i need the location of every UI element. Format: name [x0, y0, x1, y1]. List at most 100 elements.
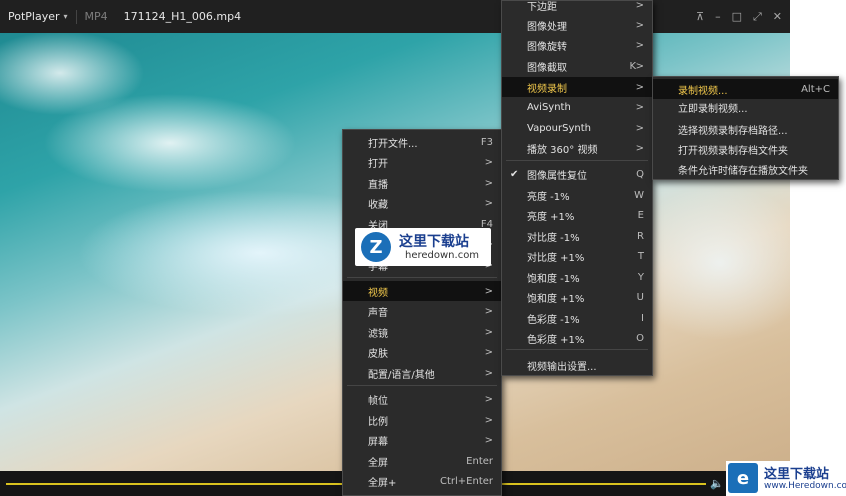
menu-item[interactable]: 亮度 -1% W	[502, 185, 652, 205]
chevron-right-icon: >	[635, 19, 644, 31]
app-menu-button[interactable]: PotPlayer ▾	[8, 10, 68, 23]
menu-item[interactable]: 打开 >	[343, 152, 501, 172]
menu-item-label: 配置/语言/其他	[368, 369, 435, 381]
format-label: MP4	[84, 10, 108, 23]
file-name: 171124_H1_006.mp4	[123, 10, 242, 23]
menu-item[interactable]: 下边距 >	[502, 0, 652, 15]
watermark-url: heredown.com	[405, 250, 480, 261]
menu-item[interactable]: 饱和度 +1% U	[502, 287, 652, 307]
menu-item-shortcut: I	[641, 312, 644, 324]
minimize-icon[interactable]: –	[715, 10, 721, 23]
menu-item-shortcut: E	[637, 209, 644, 221]
menu-item[interactable]: 视频输出设置...	[502, 355, 652, 375]
menu-item[interactable]: 帧位 >	[343, 389, 501, 409]
context-menu-main: 打开文件...F3打开>直播>收藏>关闭F4播放>字幕>视频>声音>滤镜>皮肤>…	[342, 129, 502, 496]
menu-item-label: 图像旋转	[527, 41, 567, 53]
chevron-right-icon: >	[484, 305, 493, 317]
menu-item[interactable]: 视频录制 >	[502, 77, 652, 97]
chevron-right-icon: >	[635, 0, 644, 11]
menu-item-label: 饱和度 -1%	[527, 273, 580, 285]
chevron-right-icon: >	[484, 285, 493, 297]
menu-item-shortcut: R	[637, 230, 644, 242]
menu-separator	[506, 160, 648, 161]
menu-item-label: 滤镜	[368, 328, 388, 340]
menu-item[interactable]: 对比度 +1% T	[502, 246, 652, 266]
menu-item-shortcut: Alt+C	[801, 83, 830, 95]
watermark-title: 这里下载站	[399, 234, 469, 250]
menu-item[interactable]: 选择视频录制存档路径...	[653, 119, 838, 139]
menu-item[interactable]: 收藏 >	[343, 193, 501, 213]
menu-item-label: 条件允许时储存在播放文件夹	[678, 165, 808, 177]
menu-item[interactable]: 录制视频... Alt+C	[653, 79, 838, 99]
chevron-down-icon: ▾	[63, 12, 68, 21]
menu-item[interactable]: 图像处理 >	[502, 15, 652, 35]
menu-item[interactable]: 全屏 Enter	[343, 451, 501, 471]
chevron-right-icon: >	[484, 326, 493, 338]
menu-item[interactable]: 图像截取 K >	[502, 56, 652, 76]
menu-item[interactable]: 皮肤 >	[343, 342, 501, 362]
menu-item-label: 全屏	[368, 457, 388, 469]
watermark-logo-icon: e	[728, 463, 758, 493]
menu-item-shortcut: O	[636, 332, 644, 344]
menu-item[interactable]: 色彩度 -1% I	[502, 308, 652, 328]
menu-separator	[347, 277, 497, 278]
menu-item[interactable]: AviSynth >	[502, 97, 652, 117]
menu-item-label: 亮度 +1%	[527, 211, 575, 223]
menu-item-label: 播放 360° 视频	[527, 144, 598, 156]
chevron-right-icon: >	[484, 197, 493, 209]
menu-item[interactable]: 全屏+ Ctrl+Enter	[343, 471, 501, 491]
menu-item[interactable]: 条件允许时储存在播放文件夹	[653, 159, 838, 179]
menu-item-label: 对比度 -1%	[527, 232, 580, 244]
menu-item-label: AviSynth	[527, 101, 571, 113]
menu-item[interactable]: 视频 >	[343, 281, 501, 301]
menu-item-label: 录制视频...	[678, 85, 728, 97]
menu-item-shortcut: Enter	[466, 455, 493, 467]
menu-item[interactable]: 打开文件... F3	[343, 132, 501, 152]
watermark-logo-icon: Z	[361, 232, 391, 262]
chevron-right-icon: >	[635, 81, 644, 93]
menu-item[interactable]: VapourSynth >	[502, 118, 652, 138]
chevron-right-icon: >	[484, 346, 493, 358]
chevron-right-icon: >	[484, 177, 493, 189]
chevron-right-icon: >	[484, 156, 493, 168]
menu-item[interactable]: ✔ 图像属性复位 Q	[502, 164, 652, 184]
menu-item-label: 色彩度 -1%	[527, 314, 580, 326]
menu-item-label: 打开文件...	[368, 138, 418, 150]
close-icon[interactable]: ✕	[773, 10, 782, 23]
menu-item[interactable]: 打开视频录制存档文件夹	[653, 139, 838, 159]
menu-item[interactable]: 比例 >	[343, 410, 501, 430]
menu-item[interactable]: 色彩度 +1% O	[502, 328, 652, 348]
fullscreen-icon[interactable]: ⤢	[753, 10, 762, 24]
menu-item-shortcut: Y	[637, 271, 644, 283]
menu-item-label: 图像属性复位	[527, 170, 587, 182]
volume-icon[interactable]: 🔈	[710, 477, 724, 490]
menu-item-label: 打开	[368, 158, 388, 170]
menu-item[interactable]: 亮度 +1% E	[502, 205, 652, 225]
chevron-right-icon: >	[635, 142, 644, 154]
menu-item[interactable]: 饱和度 -1% Y	[502, 267, 652, 287]
divider	[75, 9, 77, 24]
menu-item-label: 视频输出设置...	[527, 361, 597, 373]
menu-item-label: 视频	[368, 287, 388, 299]
menu-separator	[347, 385, 497, 386]
maximize-icon[interactable]: □	[732, 10, 742, 23]
watermark-corner: e 这里下载站 www.Heredown.com	[726, 461, 846, 496]
menu-item[interactable]: 配置/语言/其他 >	[343, 363, 501, 383]
pin-icon[interactable]: ⊼	[696, 10, 704, 23]
menu-item[interactable]: 对比度 -1% R	[502, 226, 652, 246]
menu-item[interactable]: 图像旋转 >	[502, 35, 652, 55]
menu-item[interactable]: 直播 >	[343, 173, 501, 193]
menu-item-label: 下边距	[527, 1, 557, 13]
menu-item-label: 屏幕	[368, 436, 388, 448]
menu-item[interactable]: 立即录制视频...	[653, 97, 838, 117]
menu-item-shortcut: F3	[480, 136, 493, 148]
menu-item-label: 全屏+	[368, 477, 397, 489]
chevron-right-icon: >	[484, 414, 493, 426]
chevron-right-icon: >	[484, 393, 493, 405]
menu-item[interactable]: 播放 360° 视频 >	[502, 138, 652, 158]
menu-item[interactable]: 滤镜 >	[343, 322, 501, 342]
menu-item[interactable]: 声音 >	[343, 301, 501, 321]
menu-item[interactable]: 屏幕 >	[343, 430, 501, 450]
menu-item-label: 色彩度 +1%	[527, 334, 585, 346]
menu-item-shortcut: T	[637, 250, 644, 262]
